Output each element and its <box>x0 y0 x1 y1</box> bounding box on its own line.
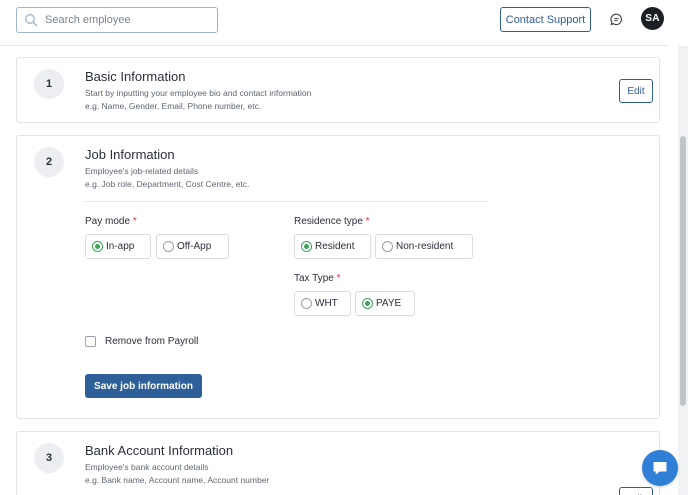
radio-selected[interactable] <box>301 241 312 252</box>
section-description: Employee's job-related details <box>85 166 199 176</box>
radio-unselected[interactable] <box>382 241 393 252</box>
step-number-badge: 1 <box>34 69 64 99</box>
section-description: Start by inputting your employee bio and… <box>85 88 312 98</box>
option-label: PAYE <box>376 298 402 309</box>
remove-from-payroll-checkbox[interactable] <box>85 336 96 347</box>
section-title: Job Information <box>85 147 175 162</box>
pay-mode-option-in-app[interactable]: In-app <box>85 234 151 259</box>
residence-type-option-resident[interactable]: Resident <box>294 234 371 259</box>
edit-bank-account-information-button[interactable]: Edit <box>619 487 653 495</box>
radio-selected[interactable] <box>362 298 373 309</box>
search-icon <box>25 14 38 27</box>
section-description: Employee's bank account details <box>85 462 209 472</box>
edit-basic-information-button[interactable]: Edit <box>619 79 653 103</box>
pay-mode-option-off-app[interactable]: Off-App <box>156 234 229 259</box>
option-label: Off-App <box>177 241 212 252</box>
remove-from-payroll-label[interactable]: Remove from Payroll <box>105 336 198 347</box>
radio-selected[interactable] <box>92 241 103 252</box>
radio-unselected[interactable] <box>301 298 312 309</box>
section-divider <box>85 201 487 202</box>
step-number-badge: 3 <box>34 443 64 473</box>
section-examples: e.g. Bank name, Account name, Account nu… <box>85 475 270 485</box>
basic-information-card: 1 Basic Information Start by inputting y… <box>16 57 660 123</box>
tax-type-label: Tax Type * <box>294 273 341 284</box>
tax-type-option-paye[interactable]: PAYE <box>355 291 415 316</box>
chat-bubble-icon[interactable] <box>610 13 623 26</box>
contact-support-button[interactable]: Contact Support <box>500 7 591 32</box>
required-marker: * <box>132 216 137 227</box>
section-title: Bank Account Information <box>85 443 234 458</box>
residence-type-label: Residence type * <box>294 216 370 227</box>
search-box[interactable] <box>16 7 218 33</box>
section-examples: e.g. Name, Gender, Email, Phone number, … <box>85 101 262 111</box>
search-input[interactable] <box>45 11 213 29</box>
user-avatar[interactable]: SA <box>641 7 664 30</box>
job-information-card: 2 Job Information Employee's job-related… <box>16 135 660 419</box>
option-label: WHT <box>315 298 338 309</box>
option-label: Non-resident <box>396 241 454 252</box>
residence-type-option-non-resident[interactable]: Non-resident <box>375 234 473 259</box>
bank-account-information-card: 3 Bank Account Information Employee's ba… <box>16 431 660 495</box>
top-bar: Contact Support SA <box>0 0 668 46</box>
option-label: In-app <box>106 241 135 252</box>
save-job-information-button[interactable]: Save job information <box>85 374 202 398</box>
section-examples: e.g. Job role, Department, Cost Centre, … <box>85 179 250 189</box>
pay-mode-label: Pay mode * <box>85 216 137 227</box>
radio-unselected[interactable] <box>163 241 174 252</box>
step-number-badge: 2 <box>34 147 64 177</box>
chat-icon <box>653 462 667 475</box>
required-marker: * <box>365 216 370 227</box>
chat-widget-button[interactable] <box>642 450 678 486</box>
tax-type-option-wht[interactable]: WHT <box>294 291 351 316</box>
required-marker: * <box>336 273 341 284</box>
option-label: Resident <box>315 241 355 252</box>
scrollbar-thumb[interactable] <box>680 136 686 406</box>
section-title: Basic Information <box>85 69 186 84</box>
